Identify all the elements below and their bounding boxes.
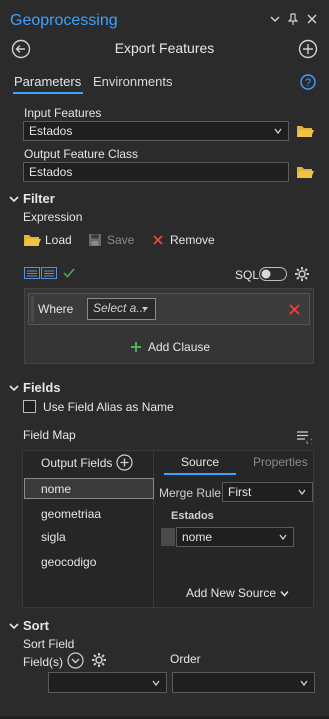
pane-options-chevron-icon[interactable] xyxy=(268,12,282,26)
chevron-down-icon xyxy=(152,679,160,687)
close-icon[interactable] xyxy=(305,12,319,26)
output-fc-label: Output Feature Class xyxy=(24,147,139,161)
tab-source[interactable]: Source xyxy=(181,455,219,469)
sort-order-select[interactable] xyxy=(172,672,315,693)
svg-text:?: ? xyxy=(305,77,311,89)
gear-icon[interactable] xyxy=(91,652,107,668)
use-alias-label: Use Field Alias as Name xyxy=(43,400,174,414)
gear-icon[interactable] xyxy=(294,266,310,282)
field-map-label: Field Map xyxy=(23,428,76,442)
clause-drag-handle[interactable] xyxy=(31,296,34,322)
merge-rule-select[interactable]: First xyxy=(222,482,313,502)
save-label: Save xyxy=(107,233,135,247)
remove-x-icon xyxy=(153,235,163,245)
active-tab-indicator xyxy=(164,473,236,475)
collapse-chevron-icon[interactable] xyxy=(9,621,19,631)
pin-icon[interactable] xyxy=(286,12,300,26)
use-alias-checkbox[interactable] xyxy=(23,400,36,413)
add-field-button[interactable] xyxy=(116,454,133,471)
add-plus-icon xyxy=(131,342,141,352)
browse-folder-icon[interactable] xyxy=(296,165,314,179)
output-field-item[interactable]: geometriaa xyxy=(41,507,101,521)
sql-toggle[interactable] xyxy=(259,267,287,281)
field-select[interactable]: Select a... xyxy=(87,298,156,320)
output-field-item[interactable]: geocodigo xyxy=(41,555,96,569)
load-button[interactable]: Load xyxy=(23,233,72,247)
output-field-item[interactable]: nome xyxy=(41,482,71,496)
field-map-options-icon[interactable] xyxy=(296,430,312,444)
fields-section-header[interactable]: Fields xyxy=(23,380,61,395)
source-group-label: Estados xyxy=(171,510,214,522)
collapse-chevron-icon[interactable] xyxy=(9,194,19,204)
source-field-value: nome xyxy=(182,530,213,544)
add-tool-button[interactable] xyxy=(298,39,318,59)
caret-down-icon xyxy=(141,305,149,313)
output-fields-pane xyxy=(22,450,154,608)
add-new-source-button[interactable]: Add New Source xyxy=(186,586,289,600)
tab-parameters[interactable]: Parameters xyxy=(14,74,81,89)
sql-label: SQL xyxy=(235,268,260,282)
chevron-down-icon xyxy=(279,533,287,541)
sort-field-label: Sort Field xyxy=(23,637,75,651)
chevron-down-icon xyxy=(300,679,308,687)
merge-rule-label: Merge Rule xyxy=(159,486,222,500)
sort-field-select[interactable] xyxy=(48,672,167,693)
fields-label: Field(s) xyxy=(23,655,64,669)
source-row-handle[interactable] xyxy=(161,528,175,546)
tab-environments[interactable]: Environments xyxy=(93,74,172,89)
expand-circle-chevron-icon[interactable] xyxy=(67,652,84,669)
add-clause-label: Add Clause xyxy=(148,340,211,354)
tab-properties[interactable]: Properties xyxy=(253,455,308,469)
input-features-select[interactable]: Estados xyxy=(23,121,289,141)
source-field-select[interactable]: nome xyxy=(176,527,294,547)
clause-mode-icon[interactable] xyxy=(24,267,58,279)
input-features-label: Input Features xyxy=(24,106,102,120)
collapse-chevron-icon[interactable] xyxy=(9,383,19,393)
verify-check-icon[interactable] xyxy=(63,267,75,279)
where-label: Where xyxy=(38,302,74,316)
save-disk-icon xyxy=(89,234,101,246)
remove-button[interactable]: Remove xyxy=(152,233,215,247)
chevron-down-icon xyxy=(298,488,306,496)
help-icon[interactable]: ? xyxy=(300,74,316,90)
add-clause-button[interactable]: Add Clause xyxy=(130,340,210,354)
input-features-value: Estados xyxy=(29,124,73,138)
output-fc-input[interactable]: Estados xyxy=(23,162,289,182)
browse-folder-icon[interactable] xyxy=(296,124,314,138)
expression-label: Expression xyxy=(23,210,83,224)
delete-clause-icon[interactable] xyxy=(289,304,300,315)
remove-label: Remove xyxy=(170,233,215,247)
pane-titlebar: Geoprocessing xyxy=(0,0,329,38)
field-select-placeholder: Select a... xyxy=(93,301,147,315)
sort-section-header[interactable]: Sort xyxy=(23,618,49,633)
merge-rule-value: First xyxy=(228,485,252,499)
folder-open-icon xyxy=(24,235,41,246)
pane-title: Geoprocessing xyxy=(10,12,118,29)
output-fc-value: Estados xyxy=(29,165,73,179)
add-new-source-label: Add New Source xyxy=(186,586,277,600)
active-tab-indicator xyxy=(13,92,83,94)
output-fields-header: Output Fields xyxy=(41,456,113,470)
output-field-item[interactable]: sigla xyxy=(41,530,66,544)
tool-title: Export Features xyxy=(114,40,215,56)
save-button[interactable]: Save xyxy=(88,233,134,247)
chevron-down-icon xyxy=(274,127,282,135)
chevron-down-icon xyxy=(280,590,289,597)
order-label: Order xyxy=(170,652,201,666)
filter-section-header[interactable]: Filter xyxy=(23,191,55,206)
load-label: Load xyxy=(45,233,72,247)
